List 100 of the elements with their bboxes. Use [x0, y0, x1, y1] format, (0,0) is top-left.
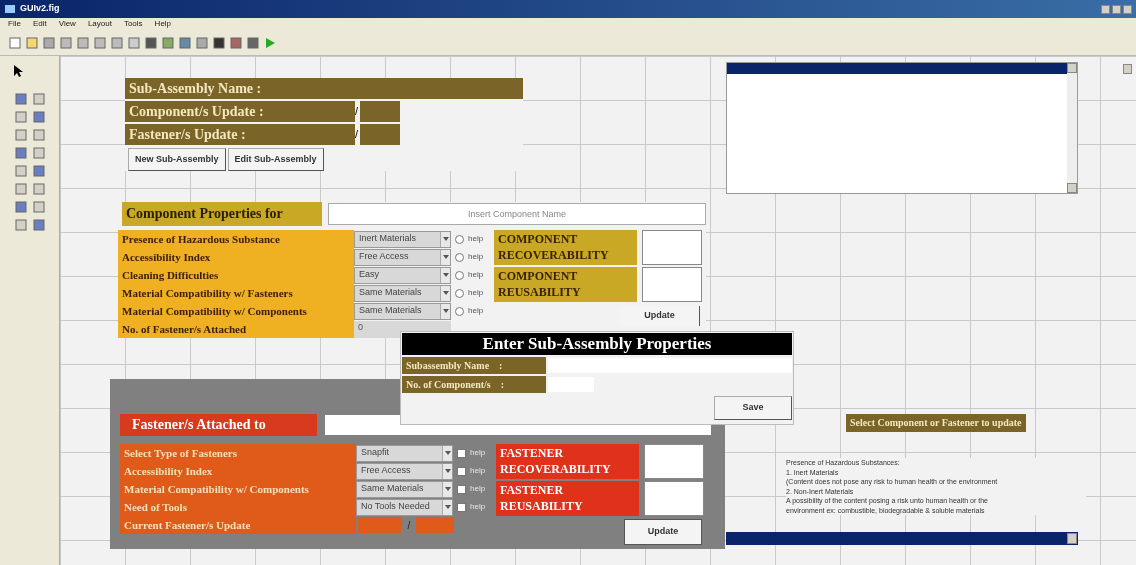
scroll-up-icon[interactable]	[1123, 64, 1132, 74]
palette-tool-icon[interactable]	[13, 110, 28, 124]
count-field[interactable]	[303, 124, 355, 145]
toolbar-icon[interactable]	[144, 35, 158, 50]
component-name-field[interactable]: Insert Component Name	[328, 203, 706, 225]
header-label: Sub-Assembly Name :	[125, 78, 303, 99]
dropdown[interactable]: Same Materials	[356, 480, 453, 498]
dialog-field[interactable]	[548, 358, 792, 373]
result-field[interactable]	[642, 230, 702, 265]
save-button[interactable]: Save	[714, 396, 792, 420]
palette-tool-icon[interactable]	[13, 182, 28, 196]
property-label: Presence of Hazardous Substance	[118, 230, 354, 248]
menu-item[interactable]: Layout	[87, 18, 112, 30]
checkbox[interactable]	[457, 448, 466, 458]
close-icon[interactable]	[1123, 4, 1132, 14]
run-icon[interactable]	[263, 35, 277, 50]
palette-tool-icon[interactable]	[31, 110, 46, 124]
caret-icon	[442, 499, 452, 515]
caret-icon	[440, 249, 450, 265]
menu-item[interactable]: Tools	[123, 18, 143, 30]
dropdown[interactable]: Free Access	[356, 462, 453, 480]
palette-tool-icon[interactable]	[13, 146, 28, 160]
minimize-icon[interactable]	[1101, 4, 1110, 14]
caret-icon	[440, 303, 450, 319]
toolbar-icon[interactable]	[212, 35, 226, 50]
dropdown[interactable]: Easy	[354, 266, 451, 284]
toolbar-icon[interactable]	[246, 35, 260, 50]
caret-icon	[440, 285, 450, 301]
count-field[interactable]	[360, 124, 400, 145]
palette-tool-icon[interactable]	[13, 200, 28, 214]
count-field[interactable]	[360, 101, 400, 122]
property-label: Material Compatibility w/ Components	[120, 480, 356, 498]
name-field[interactable]	[303, 78, 523, 99]
palette-tool-icon[interactable]	[31, 92, 46, 106]
radio-button[interactable]	[455, 270, 464, 280]
scroll-up-icon[interactable]	[1067, 533, 1077, 544]
palette-tool-icon[interactable]	[13, 128, 28, 142]
maximize-icon[interactable]	[1112, 4, 1121, 14]
help-label: help	[470, 501, 486, 513]
palette-tool-icon[interactable]	[31, 128, 46, 142]
scroll-up-icon[interactable]	[1067, 63, 1077, 73]
palette-tool-icon[interactable]	[13, 92, 28, 106]
palette-tool-icon[interactable]	[31, 218, 46, 232]
dialog-label: No. of Component/s :	[402, 376, 546, 393]
count-field[interactable]	[358, 517, 402, 533]
palette-tool-icon[interactable]	[13, 164, 28, 178]
palette-tool-icon[interactable]	[31, 146, 46, 160]
checkbox[interactable]	[457, 484, 466, 494]
slash: /	[355, 127, 360, 143]
checkbox[interactable]	[457, 466, 466, 476]
menu-item[interactable]: File	[8, 18, 21, 30]
dropdown[interactable]: Free Access	[354, 248, 451, 266]
scrollbar[interactable]	[1067, 63, 1077, 193]
menu-item[interactable]: View	[58, 18, 76, 30]
menu-item[interactable]: Edit	[32, 18, 47, 30]
update-button[interactable]: Update	[624, 519, 702, 545]
menu-item[interactable]: Help	[154, 18, 172, 30]
app-icon	[4, 3, 16, 15]
dialog-label: Subassembly Name :	[402, 357, 546, 374]
property-label: Material Compatibility w/ Fasteners	[118, 284, 354, 302]
checkbox[interactable]	[457, 502, 466, 512]
sub-assembly-button[interactable]: Edit Sub-Assembly	[227, 148, 324, 171]
header-label: Fastener/s Update :	[125, 124, 303, 145]
sub-assembly-button[interactable]: New Sub-Assembly	[128, 148, 226, 171]
help-label: help	[468, 305, 484, 317]
result-label: FASTENER REUSABILITY	[496, 481, 639, 516]
slash: /	[406, 518, 412, 533]
dropdown[interactable]: Snapfit	[356, 444, 453, 462]
radio-button[interactable]	[455, 288, 464, 298]
help-label: help	[468, 287, 484, 299]
dialog-title: Enter Sub-Assembly Properties	[402, 333, 792, 355]
section-title: Component Properties for	[122, 202, 322, 226]
dropdown[interactable]: Inert Materials	[354, 230, 451, 248]
palette-tool-icon[interactable]	[13, 218, 28, 232]
pointer-icon[interactable]	[12, 64, 24, 78]
property-label: No. of Fastener/s Attached	[118, 320, 354, 338]
caret-icon	[442, 481, 452, 497]
dropdown[interactable]: No Tools Needed	[356, 498, 453, 516]
dropdown[interactable]: Same Materials	[354, 284, 451, 302]
help-label: help	[468, 269, 484, 281]
list-box[interactable]	[726, 62, 1078, 194]
palette-tool-icon[interactable]	[31, 182, 46, 196]
result-field[interactable]	[644, 481, 704, 516]
count-field[interactable]	[303, 101, 355, 122]
slash: /	[355, 104, 360, 120]
scroll-down-icon[interactable]	[1067, 183, 1077, 193]
palette-tool-icon[interactable]	[31, 164, 46, 178]
result-field[interactable]	[642, 267, 702, 302]
radio-button[interactable]	[455, 234, 464, 244]
dropdown[interactable]: Same Materials	[354, 302, 451, 320]
help-label: help	[470, 447, 486, 459]
radio-button[interactable]	[455, 306, 464, 316]
result-label: COMPONENT RECOVERABILITY	[494, 230, 637, 265]
caret-icon	[442, 445, 452, 461]
palette-tool-icon[interactable]	[31, 200, 46, 214]
count-field[interactable]	[416, 517, 454, 533]
property-label: Accessibility Index	[120, 462, 356, 480]
radio-button[interactable]	[455, 252, 464, 262]
property-label: Select Type of Fasteners	[120, 444, 356, 462]
result-field[interactable]	[644, 444, 704, 479]
